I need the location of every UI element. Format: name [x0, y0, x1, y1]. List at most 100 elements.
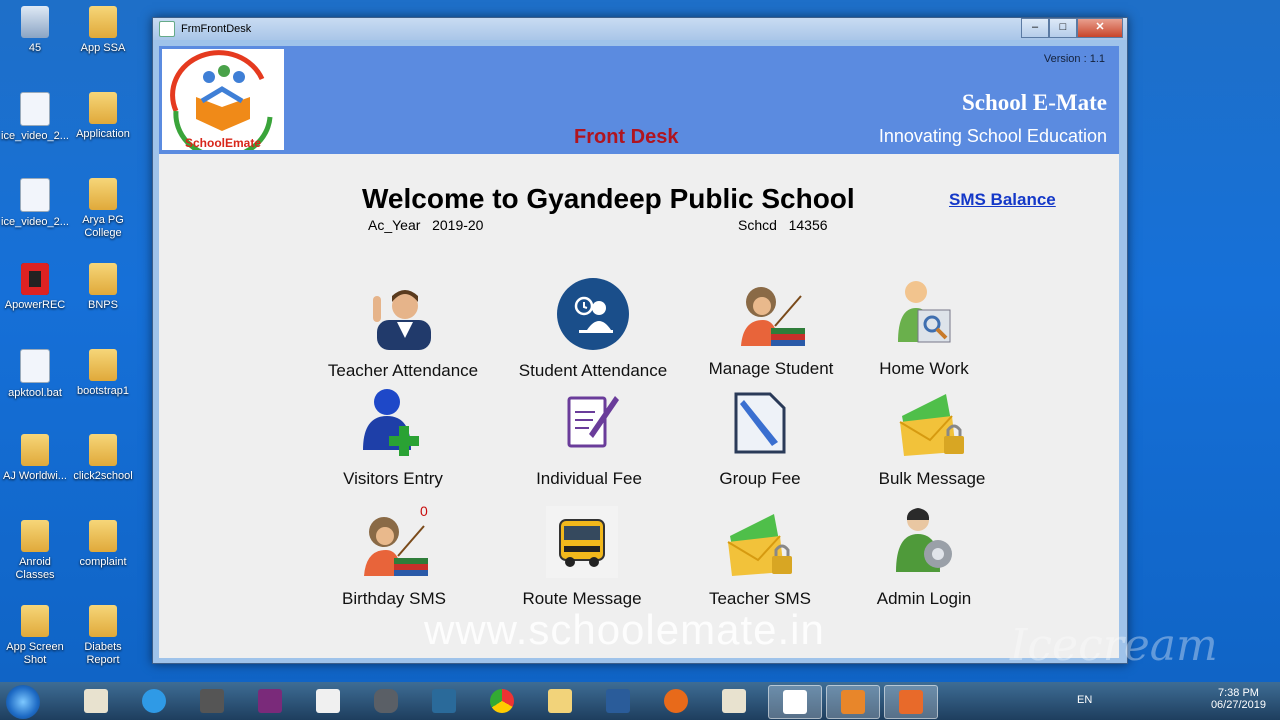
document-pen-icon	[734, 392, 786, 454]
front-desk-window: FrmFrontDesk ‒ □ ✕ SchoolEmate Version:…	[152, 17, 1128, 664]
desktop-icon-video1[interactable]: ice_video_2...	[0, 92, 70, 143]
desktop-icon-anroid-classes[interactable]: Anroid Classes	[0, 520, 70, 582]
tile-label: Teacher Attendance	[327, 361, 479, 380]
taskbar-winrar[interactable]	[244, 685, 296, 717]
taskbar-recorder[interactable]	[884, 685, 938, 719]
language-indicator[interactable]: EN	[1077, 694, 1092, 706]
start-button[interactable]	[6, 685, 40, 719]
desktop-icon-apktool[interactable]: apktool.bat	[0, 349, 70, 400]
sms-balance-link[interactable]: SMS Balance	[949, 190, 1056, 210]
desktop-icon-label: AJ Worldwi...	[3, 470, 67, 482]
student-attendance-tile[interactable]: Student Attendance	[508, 278, 678, 381]
tile-label: Visitors Entry	[343, 469, 443, 488]
desktop-icon-complaint[interactable]: complaint	[68, 520, 138, 569]
individual-fee-tile[interactable]: Individual Fee	[504, 386, 674, 489]
video-icon	[841, 690, 865, 714]
desktop-icon-bnps[interactable]: BNPS	[68, 263, 138, 312]
route-message-tile[interactable]: Route Message	[497, 506, 667, 609]
taskbar-video[interactable]	[826, 685, 880, 719]
internet-explorer-icon	[142, 689, 166, 713]
desktop-icon-label: complaint	[79, 556, 127, 568]
teacher-attendance-tile[interactable]: Teacher Attendance	[318, 278, 488, 381]
birthday-sms-tile[interactable]: Birthday SMS	[309, 506, 479, 609]
desktop-icon-label: 45	[28, 42, 42, 54]
media-player-icon	[432, 689, 456, 713]
folder-icon	[89, 349, 117, 381]
desktop-icon-arya-pg-college[interactable]: Arya PG College	[68, 178, 138, 240]
clock-time: 7:38 PM	[1217, 687, 1259, 699]
capture-icon	[606, 689, 630, 713]
logo-text: SchoolEmate	[185, 136, 261, 150]
taskbar-database[interactable]	[360, 685, 412, 717]
brand-name: School E-Mate	[961, 90, 1107, 115]
desktop-icon-click2school[interactable]: click2school	[68, 434, 138, 483]
desktop-icon-diabets-report[interactable]: Diabets Report	[68, 605, 138, 667]
taskbar-explorer[interactable]	[534, 685, 586, 717]
window-titlebar[interactable]: FrmFrontDesk ‒ □ ✕	[153, 18, 1127, 40]
tile-label: Admin Login	[876, 589, 972, 608]
video-file-icon	[20, 92, 50, 126]
taskbar-scanner[interactable]	[186, 685, 238, 717]
tile-label: Student Attendance	[518, 361, 668, 380]
tile-label: Individual Fee	[536, 469, 642, 488]
taskbar-notes[interactable]	[302, 685, 354, 717]
taskbar-ie[interactable]	[128, 685, 180, 717]
desktop-icon-label: ice_video_2...	[1, 130, 69, 142]
desktop-icon-label: ApowerREC	[4, 299, 66, 311]
desktop-icon-apowerrec[interactable]: ApowerREC	[0, 263, 70, 312]
minimize-button[interactable]: ‒	[1021, 18, 1049, 38]
desktop-icon-label: App Screen Shot	[6, 641, 64, 666]
taskbar-book-app[interactable]	[70, 685, 122, 717]
desktop-icon-video2[interactable]: ice_video_2...	[0, 178, 70, 229]
desktop-icon-label: Diabets Report	[84, 641, 122, 666]
welcome-heading: Welcome to Gyandeep Public School	[362, 183, 855, 214]
desktop-icon-app-ssa[interactable]: App SSA	[68, 6, 138, 55]
teacher-sms-tile[interactable]: Teacher SMS	[675, 506, 845, 609]
desktop-icon-application[interactable]: Application	[68, 92, 138, 141]
desktop-icon-aj-worldwide[interactable]: AJ Worldwi...	[0, 434, 70, 483]
folder-icon	[21, 605, 49, 637]
record-icon	[21, 263, 49, 295]
archive-icon	[258, 689, 282, 713]
tile-label: Group Fee	[719, 469, 801, 488]
recorder-icon	[899, 690, 923, 714]
taskbar-media[interactable]	[418, 685, 470, 717]
close-button[interactable]: ✕	[1077, 18, 1123, 38]
manage-student-icon	[741, 287, 805, 346]
database-icon	[374, 689, 398, 713]
clock-date: 06/27/2019	[1210, 699, 1266, 711]
maximize-button[interactable]: □	[1049, 18, 1077, 38]
admin-gear-icon	[896, 508, 952, 572]
scanner-icon	[200, 689, 224, 713]
taskbar-reader[interactable]	[708, 685, 760, 717]
desktop-icon-recycle-bin[interactable]: 45	[0, 6, 70, 55]
group-fee-tile[interactable]: Group Fee	[675, 386, 845, 489]
taskbar-schoolemate[interactable]	[768, 685, 822, 719]
taskbar-firefox[interactable]	[650, 685, 702, 717]
window-title: FrmFrontDesk	[181, 23, 252, 35]
admin-login-tile[interactable]: Admin Login	[839, 506, 1009, 609]
book-icon	[722, 689, 746, 713]
website-watermark: www.schoolemate.in	[424, 606, 825, 653]
taskbar: EN 7:38 PM 06/27/2019	[0, 682, 1280, 720]
desktop-icon-label: Arya PG College	[82, 214, 124, 239]
bulk-message-tile[interactable]: Bulk Message	[847, 386, 1017, 489]
birthday-count-badge: 0	[420, 503, 428, 519]
tile-label: Bulk Message	[878, 469, 986, 488]
home-work-tile[interactable]: Home Work	[839, 276, 1009, 379]
clock[interactable]: 7:38 PM 06/27/2019	[1211, 684, 1266, 711]
desktop-icon-app-screen-shot[interactable]: App Screen Shot	[0, 605, 70, 667]
desktop-icon-label: bootstrap1	[77, 385, 129, 397]
desktop-icon-bootstrap1[interactable]: bootstrap1	[68, 349, 138, 398]
visitors-entry-tile[interactable]: Visitors Entry	[308, 386, 478, 489]
taskbar-screen-capture[interactable]	[592, 685, 644, 717]
manage-student-tile[interactable]: Manage Student	[686, 276, 856, 379]
taskbar-chrome[interactable]	[476, 685, 528, 717]
desktop-icon-label: Anroid Classes	[15, 556, 55, 581]
tile-label: Manage Student	[708, 359, 834, 378]
schoolemate-logo: SchoolEmate	[162, 49, 284, 160]
folder-icon	[89, 520, 117, 552]
schoolemate-icon	[783, 690, 807, 714]
folder-icon	[89, 6, 117, 38]
folder-icon	[89, 434, 117, 466]
